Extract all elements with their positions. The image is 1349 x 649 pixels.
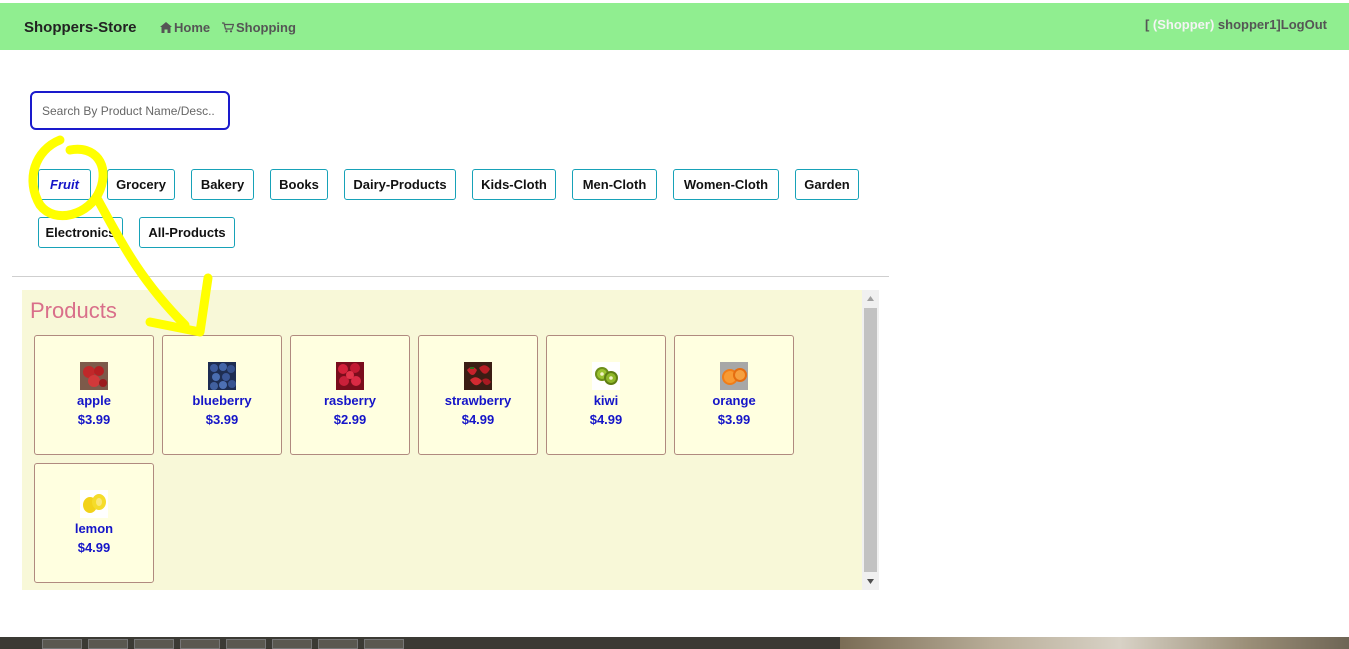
product-name: strawberry bbox=[444, 393, 512, 408]
nav-home-label: Home bbox=[174, 20, 211, 35]
products-scrollbar[interactable] bbox=[862, 290, 879, 590]
user-area: [ (Shopper) shopper1]LogOut bbox=[1145, 17, 1327, 32]
nav-shopping-link[interactable]: Shopping bbox=[222, 20, 296, 35]
category-men-cloth-button[interactable]: Men-Cloth bbox=[572, 169, 657, 200]
strawberry-image bbox=[464, 362, 492, 390]
search-input[interactable] bbox=[30, 91, 230, 130]
category-label: Electronics bbox=[45, 225, 116, 240]
user-bracket-open: [ bbox=[1144, 17, 1153, 32]
product-card-apple[interactable]: apple $3.99 bbox=[34, 335, 154, 455]
category-label: Garden bbox=[804, 177, 850, 192]
category-label: Dairy-Products bbox=[353, 177, 447, 192]
taskbar-wallpaper bbox=[840, 637, 1349, 649]
products-panel: Products apple $3.99 blueberry $3.99 ras… bbox=[22, 290, 862, 590]
product-card-rasberry[interactable]: rasberry $2.99 bbox=[290, 335, 410, 455]
product-card-strawberry[interactable]: strawberry $4.99 bbox=[418, 335, 538, 455]
taskbar-app-icon[interactable] bbox=[364, 639, 404, 649]
apple-image bbox=[80, 362, 108, 390]
scroll-thumb[interactable] bbox=[864, 308, 877, 572]
category-label: Men-Cloth bbox=[582, 177, 647, 192]
product-card-blueberry[interactable]: blueberry $3.99 bbox=[162, 335, 282, 455]
product-price: $3.99 bbox=[77, 412, 111, 427]
product-price: $3.99 bbox=[205, 412, 239, 427]
category-label: Kids-Cloth bbox=[481, 177, 547, 192]
taskbar-app-icon[interactable] bbox=[272, 639, 312, 649]
category-dairy-products-button[interactable]: Dairy-Products bbox=[344, 169, 456, 200]
category-label: Fruit bbox=[50, 177, 79, 192]
user-name: shopper1] bbox=[1214, 17, 1281, 32]
product-price: $4.99 bbox=[77, 540, 111, 555]
logout-link[interactable]: LogOut bbox=[1281, 17, 1327, 32]
scroll-down-icon[interactable] bbox=[862, 573, 879, 590]
os-taskbar bbox=[0, 637, 1349, 649]
category-label: Books bbox=[279, 177, 319, 192]
category-label: All-Products bbox=[148, 225, 226, 240]
taskbar-app-icon[interactable] bbox=[134, 639, 174, 649]
category-label: Bakery bbox=[200, 177, 245, 192]
taskbar-app-icon[interactable] bbox=[226, 639, 266, 649]
home-icon bbox=[160, 22, 172, 33]
product-card-lemon[interactable]: lemon $4.99 bbox=[34, 463, 154, 583]
category-all-products-button[interactable]: All-Products bbox=[139, 217, 235, 248]
top-navbar: Shoppers-Store Home Shopping [ (Shopper)… bbox=[0, 3, 1349, 50]
category-bakery-button[interactable]: Bakery bbox=[191, 169, 254, 200]
product-name: lemon bbox=[74, 521, 114, 536]
category-label: Women-Cloth bbox=[683, 177, 769, 192]
category-grocery-button[interactable]: Grocery bbox=[107, 169, 175, 200]
nav-home-link[interactable]: Home bbox=[160, 20, 210, 35]
product-price: $4.99 bbox=[461, 412, 495, 427]
taskbar-app-icon[interactable] bbox=[180, 639, 220, 649]
category-garden-button[interactable]: Garden bbox=[795, 169, 859, 200]
rasberry-image bbox=[336, 362, 364, 390]
product-name: apple bbox=[77, 393, 111, 408]
product-card-kiwi[interactable]: kiwi $4.99 bbox=[546, 335, 666, 455]
cart-icon bbox=[222, 22, 234, 33]
product-name: blueberry bbox=[192, 393, 252, 408]
product-price: $4.99 bbox=[589, 412, 623, 427]
category-kids-cloth-button[interactable]: Kids-Cloth bbox=[472, 169, 556, 200]
orange-image bbox=[720, 362, 748, 390]
category-fruit-button[interactable]: Fruit bbox=[38, 169, 91, 200]
products-title: Products bbox=[30, 298, 117, 323]
product-price: $2.99 bbox=[333, 412, 367, 427]
product-name: kiwi bbox=[593, 393, 619, 408]
taskbar-app-icon[interactable] bbox=[318, 639, 358, 649]
product-price: $3.99 bbox=[717, 412, 751, 427]
brand-title[interactable]: Shoppers-Store bbox=[24, 19, 137, 36]
category-label: Grocery bbox=[116, 177, 166, 192]
user-role: (Shopper) bbox=[1152, 17, 1215, 32]
category-books-button[interactable]: Books bbox=[270, 169, 328, 200]
taskbar-app-icon[interactable] bbox=[88, 639, 128, 649]
product-name: orange bbox=[712, 393, 756, 408]
kiwi-image bbox=[592, 362, 620, 390]
taskbar-app-icon[interactable] bbox=[42, 639, 82, 649]
scroll-up-icon[interactable] bbox=[862, 290, 879, 307]
section-divider bbox=[12, 276, 889, 277]
blueberry-image bbox=[208, 362, 236, 390]
product-name: rasberry bbox=[323, 393, 377, 408]
category-women-cloth-button[interactable]: Women-Cloth bbox=[673, 169, 779, 200]
nav-shopping-label: Shopping bbox=[236, 20, 296, 35]
category-electronics-button[interactable]: Electronics bbox=[38, 217, 123, 248]
product-card-orange[interactable]: orange $3.99 bbox=[674, 335, 794, 455]
lemon-image bbox=[80, 490, 108, 518]
